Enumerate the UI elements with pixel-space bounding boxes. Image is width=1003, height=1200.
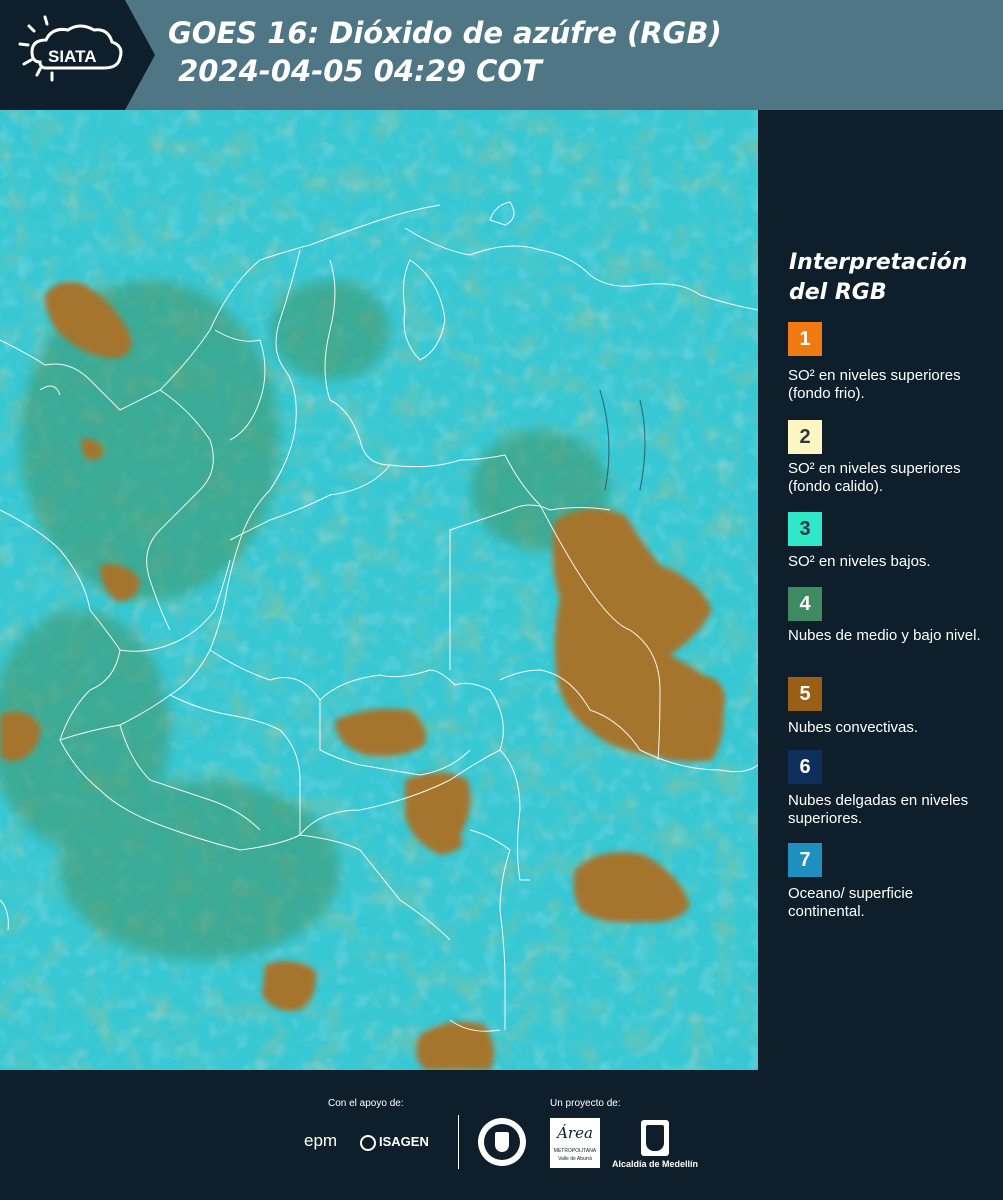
epm-logo-text: epm (304, 1131, 338, 1150)
legend-swatch-3: 3 (788, 512, 822, 546)
legend-panel: Interpretación del RGB 1 SO² en niveles … (758, 110, 1003, 1070)
isagen-logo: ISAGEN (360, 1134, 429, 1151)
support-label: Con el apoyo de: (328, 1098, 404, 1109)
project-label: Un proyecto de: (550, 1098, 621, 1109)
satellite-map (0, 110, 758, 1070)
legend-number: 2 (799, 426, 811, 448)
legend-number: 3 (799, 518, 811, 540)
page-title: GOES 16: Dióxido de azúfre (RGB) 2024-04… (168, 14, 722, 90)
legend-label-6: Nubes delgadas en niveles superiores. (788, 792, 969, 827)
footer-sponsors: Con el apoyo de: Un proyecto de: epm ISA… (0, 1070, 1003, 1200)
legend-number: 6 (799, 756, 811, 778)
area-logo-text: Área (557, 1124, 593, 1142)
siata-logo: SIATA (0, 0, 155, 110)
legend-swatch-4: 4 (788, 587, 822, 621)
legend-label-2: SO² en niveles superiores (fondo calido)… (788, 460, 961, 495)
isagen-logo-text: ISAGEN (379, 1134, 429, 1149)
legend-swatch-6: 6 (788, 750, 822, 784)
logo-text: SIATA (48, 47, 96, 66)
legend-label-4: Nubes de medio y bajo nivel. (788, 627, 981, 644)
legend-title: Interpretación del RGB (789, 250, 968, 305)
legend-label-5: Nubes convectivas. (788, 719, 919, 736)
legend-swatch-5: 5 (788, 677, 822, 711)
legend-number: 1 (799, 328, 811, 350)
legend-swatch-2: 2 (788, 420, 822, 454)
medellin-seal (478, 1118, 526, 1166)
area-logo-subtext: METROPOLITANA (553, 1148, 597, 1154)
isagen-icon (360, 1134, 376, 1151)
area-metropolitana-logo: Área METROPOLITANA Valle de Aburrá (550, 1118, 600, 1168)
area-logo-subtext-2: Valle de Aburrá (558, 1156, 592, 1162)
legend-number: 7 (799, 849, 811, 871)
legend-label-1: SO² en niveles superiores (fondo frio). (788, 367, 961, 402)
legend-number: 5 (799, 683, 811, 705)
legend-swatch-1: 1 (788, 322, 822, 356)
epm-logo: epm (304, 1131, 337, 1151)
legend-number: 4 (799, 593, 811, 615)
header-bar: SIATA GOES 16: Dióxido de azúfre (RGB) 2… (0, 0, 1003, 110)
footer-divider (458, 1115, 459, 1169)
title-line-1: GOES 16: Dióxido de azúfre (RGB) (168, 16, 722, 50)
legend-label-7: Oceano/ superficie continental. (788, 885, 914, 920)
rgb-composite-image (0, 110, 758, 1070)
alcaldia-label: Alcaldía de Medellín (612, 1159, 699, 1169)
legend-swatch-7: 7 (788, 843, 822, 877)
alcaldia-shield-icon (641, 1120, 669, 1156)
title-line-2: 2024-04-05 04:29 COT (168, 54, 542, 88)
legend-label-3: SO² en niveles bajos. (788, 553, 931, 570)
